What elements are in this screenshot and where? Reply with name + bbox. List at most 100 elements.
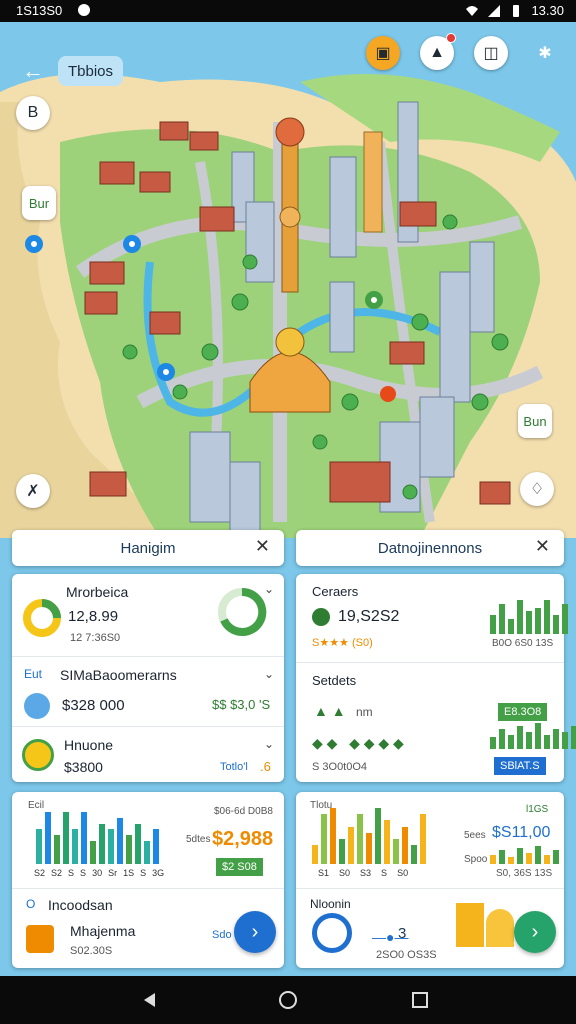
list-item[interactable]: Setdets ▲ ▲ nm ◆ ◆ ◆ ◆ ◆ ◆ E8.3O8 SBlAT.… <box>296 662 576 782</box>
chart2-footer: S0, 36S 13S <box>496 868 553 879</box>
back-button[interactable]: ← <box>18 56 48 86</box>
close-icon[interactable]: ✕ <box>255 536 270 557</box>
wifi-icon <box>466 5 479 16</box>
chart-bar <box>366 833 372 864</box>
chart-bar <box>126 835 132 864</box>
compass-button[interactable]: ✗ <box>16 474 50 508</box>
next-button[interactable]: › <box>234 911 276 953</box>
mini-bar-chart <box>490 846 559 864</box>
more-button[interactable]: ✱ <box>528 36 562 70</box>
poi-button[interactable]: Bur <box>22 186 56 220</box>
list-item[interactable]: O Incoodsan Mhajenma S02.30S Sdo › <box>12 888 284 968</box>
x-tick-label: S0 <box>397 868 409 878</box>
chart-bar <box>499 604 505 634</box>
row3-value: $3800 <box>64 759 103 775</box>
book-button[interactable]: ▣ <box>366 36 400 70</box>
chart-bar <box>535 846 541 864</box>
chart-bar <box>36 829 42 864</box>
diamond-icons: ◆ ◆ ◆ ◆ ◆ ◆ <box>312 735 404 751</box>
nav-home-icon[interactable] <box>278 990 298 1010</box>
chart2-right-title: l1GS <box>526 804 549 815</box>
x-tick-label: S1 <box>318 868 330 878</box>
avatar <box>24 693 50 719</box>
bus-button[interactable]: Bun <box>518 404 552 438</box>
chart-bar <box>526 732 532 749</box>
document-button[interactable]: ◫ <box>474 36 508 70</box>
compass-icon: ✗ <box>26 483 40 500</box>
cart-icon: ▲ <box>429 44 445 61</box>
chart-bar <box>348 827 354 864</box>
incoodsan-sub: S02.30S <box>70 945 113 957</box>
chevron-right-icon: › <box>251 920 259 943</box>
chart-bar <box>72 829 78 864</box>
chart-bar <box>499 729 505 749</box>
incoodsan-title: Incoodsan <box>48 897 113 913</box>
row3-title: Hnuone <box>64 737 114 753</box>
chart-bar <box>544 855 550 864</box>
incoodsan-prefix: O <box>26 897 36 911</box>
setdets-title: Setdets <box>312 673 357 688</box>
nav-back-icon[interactable] <box>140 990 160 1010</box>
nloonin-num: 3 <box>398 925 407 942</box>
status-icons: 13.30 <box>465 3 564 18</box>
rating-stars: S★★★ (S0) <box>312 637 373 649</box>
tag-button[interactable]: ♢ <box>520 472 554 506</box>
chart-bar <box>411 845 417 864</box>
row2-value: $328 000 <box>62 697 125 714</box>
package-icon <box>26 925 54 953</box>
map-layer-button[interactable]: B <box>16 96 50 130</box>
chart-green-box: $2 S08 <box>216 858 263 876</box>
nloonin-title: Nloonin <box>310 897 351 911</box>
map-illustration <box>0 22 576 538</box>
coin-icon <box>22 739 54 771</box>
incoodsan-name: Mhajenma <box>70 923 136 939</box>
nloonin-sub: 2SO0 OS3S <box>376 949 437 961</box>
list-item[interactable]: Hnuone $3800 ⌄ Totlo'l .6 <box>12 726 284 782</box>
chevron-down-icon[interactable]: ⌄ <box>264 667 274 681</box>
nav-recents-icon[interactable] <box>410 990 430 1010</box>
chart2-sub-prefix: Spoo <box>464 854 488 865</box>
next-button[interactable]: › <box>514 911 556 953</box>
chart-bar <box>553 729 559 749</box>
chart-bar <box>135 824 141 864</box>
layer-icon: B <box>27 104 39 121</box>
chevron-down-icon[interactable]: ⌄ <box>264 737 274 751</box>
tree-icon: ▲ ▲ <box>314 703 346 719</box>
ceraers-footer: B0O 6S0 13S <box>492 638 554 649</box>
list-item[interactable]: Nloonin —●— 3 2SO0 OS3S › <box>296 888 564 968</box>
chart-bar <box>553 850 559 864</box>
book-icon: ▣ <box>375 45 391 62</box>
x-axis-labels: S1 S0 S3 S S0 <box>318 868 408 878</box>
close-icon[interactable]: ✕ <box>535 536 550 557</box>
x-tick-label: S <box>381 868 388 878</box>
chevron-down-icon[interactable]: ⌄ <box>264 582 274 596</box>
chart-bar <box>490 737 496 749</box>
chart-bar <box>402 827 408 864</box>
chart-bar <box>526 611 532 634</box>
chart-bar <box>535 608 541 634</box>
tab-datno[interactable]: Datnojinennons ✕ <box>296 530 564 566</box>
city-map[interactable]: ← Tbbios ▣ ▲ ◫ ✱ B Bur Bun ♢ ✗ <box>0 22 576 538</box>
tab-hanigim[interactable]: Hanigim ✕ <box>12 530 284 566</box>
chart-bar <box>357 814 363 864</box>
chart-bar <box>517 726 523 749</box>
chart-bar <box>562 732 568 749</box>
cart-button[interactable]: ▲ <box>420 33 456 70</box>
x-tick-label: 3G <box>152 868 165 878</box>
x-tick-label: S <box>68 868 75 878</box>
progress-ring <box>218 587 267 636</box>
chart-bar <box>321 814 327 864</box>
chart-bar <box>420 814 426 864</box>
row1-title: Mrorbeica <box>66 584 129 600</box>
chart-bar <box>508 735 514 749</box>
bar-chart-right <box>312 808 426 864</box>
setdets-blue-box: SBlAT.S <box>494 757 546 775</box>
chart-bar <box>90 841 96 864</box>
row2-right: $$ $3,0 'S <box>212 697 271 712</box>
left-info-card: Mrorbeica 12,8.99 12 7:36S0 ⌄ Eut SIMaBa… <box>12 574 284 782</box>
more-icon: ✱ <box>538 45 552 62</box>
chart-right-title: $06-6d D0B8 <box>214 806 273 817</box>
list-item[interactable]: Eut SIMaBaoomerarns ⌄ $328 000 $$ $3,0 '… <box>12 656 284 726</box>
status-time-left: 1S13S0 <box>16 3 63 18</box>
chart-bar <box>153 829 159 864</box>
